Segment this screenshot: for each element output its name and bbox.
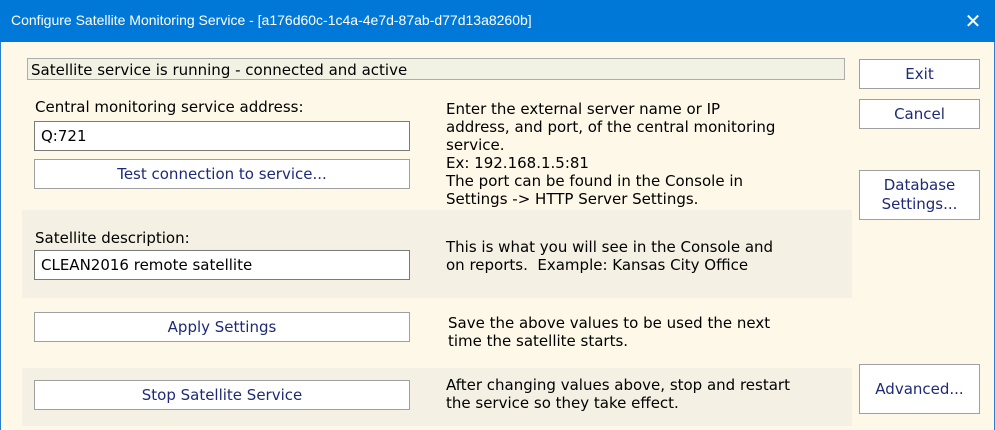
close-icon[interactable]: ✕: [951, 0, 995, 42]
window-title: Configure Satellite Monitoring Service -…: [11, 12, 532, 28]
exit-button[interactable]: Exit: [859, 59, 980, 89]
apply-settings-button[interactable]: Apply Settings: [34, 312, 410, 342]
central-address-input[interactable]: Q:721: [34, 121, 410, 151]
satellite-description-label: Satellite description:: [35, 229, 190, 247]
cancel-button[interactable]: Cancel: [859, 99, 980, 129]
window-border-left: [0, 42, 1, 430]
stop-service-description: After changing values above, stop and re…: [446, 376, 790, 412]
advanced-button[interactable]: Advanced...: [859, 364, 980, 414]
status-bar: Satellite service is running - connected…: [27, 58, 845, 80]
database-settings-button[interactable]: Database Settings...: [859, 170, 980, 220]
central-address-description: Enter the external server name or IP add…: [446, 100, 776, 208]
apply-settings-description: Save the above values to be used the nex…: [448, 314, 771, 350]
central-address-label: Central monitoring service address:: [35, 98, 304, 116]
test-connection-button[interactable]: Test connection to service...: [34, 159, 410, 189]
satellite-description-input[interactable]: CLEAN2016 remote satellite: [34, 250, 410, 280]
title-bar: Configure Satellite Monitoring Service -…: [0, 0, 995, 42]
satellite-description-help: This is what you will see in the Console…: [446, 238, 774, 274]
stop-service-button[interactable]: Stop Satellite Service: [34, 380, 410, 410]
